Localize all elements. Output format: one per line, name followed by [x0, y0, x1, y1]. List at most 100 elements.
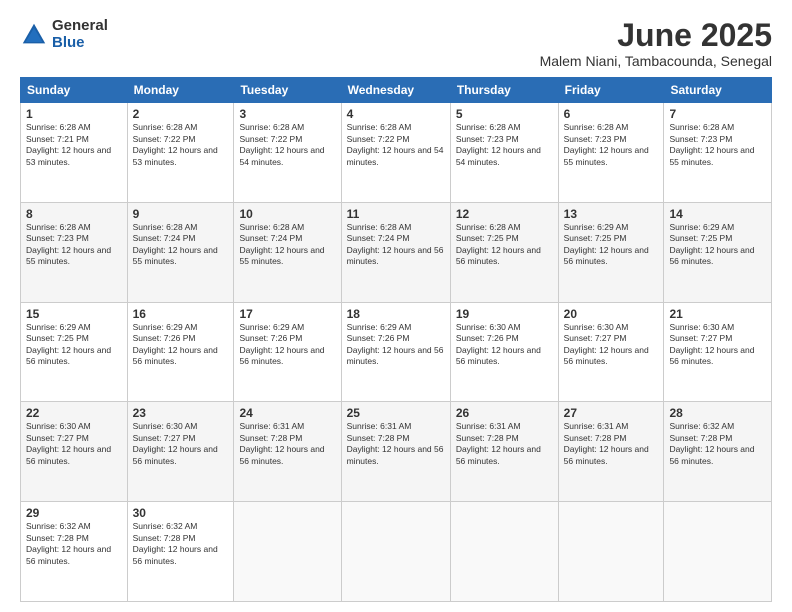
- day-header-monday: Monday: [127, 78, 234, 103]
- empty-cell: [450, 502, 558, 602]
- calendar-week-2: 8 Sunrise: 6:28 AMSunset: 7:23 PMDayligh…: [21, 202, 772, 302]
- day-cell-12: 12 Sunrise: 6:28 AMSunset: 7:25 PMDaylig…: [450, 202, 558, 302]
- day-cell-14: 14 Sunrise: 6:29 AMSunset: 7:25 PMDaylig…: [664, 202, 772, 302]
- day-number: 5: [456, 107, 553, 121]
- day-info: Sunrise: 6:30 AMSunset: 7:27 PMDaylight:…: [26, 421, 111, 465]
- day-info: Sunrise: 6:31 AMSunset: 7:28 PMDaylight:…: [456, 421, 541, 465]
- day-cell-19: 19 Sunrise: 6:30 AMSunset: 7:26 PMDaylig…: [450, 302, 558, 402]
- day-cell-2: 2 Sunrise: 6:28 AMSunset: 7:22 PMDayligh…: [127, 103, 234, 203]
- day-number: 14: [669, 207, 766, 221]
- calendar-table: SundayMondayTuesdayWednesdayThursdayFrid…: [20, 77, 772, 602]
- day-number: 18: [347, 307, 445, 321]
- day-number: 21: [669, 307, 766, 321]
- day-number: 29: [26, 506, 122, 520]
- logo-blue: Blue: [52, 35, 108, 52]
- day-cell-18: 18 Sunrise: 6:29 AMSunset: 7:26 PMDaylig…: [341, 302, 450, 402]
- day-cell-13: 13 Sunrise: 6:29 AMSunset: 7:25 PMDaylig…: [558, 202, 664, 302]
- day-header-sunday: Sunday: [21, 78, 128, 103]
- month-title: June 2025: [540, 18, 772, 53]
- header: General Blue June 2025 Malem Niani, Tamb…: [20, 18, 772, 69]
- day-header-saturday: Saturday: [664, 78, 772, 103]
- day-number: 26: [456, 406, 553, 420]
- day-number: 19: [456, 307, 553, 321]
- day-cell-30: 30 Sunrise: 6:32 AMSunset: 7:28 PMDaylig…: [127, 502, 234, 602]
- empty-cell: [234, 502, 341, 602]
- day-info: Sunrise: 6:32 AMSunset: 7:28 PMDaylight:…: [669, 421, 754, 465]
- day-info: Sunrise: 6:32 AMSunset: 7:28 PMDaylight:…: [26, 521, 111, 565]
- day-number: 15: [26, 307, 122, 321]
- day-info: Sunrise: 6:28 AMSunset: 7:22 PMDaylight:…: [239, 122, 324, 166]
- day-number: 11: [347, 207, 445, 221]
- day-number: 17: [239, 307, 335, 321]
- day-number: 8: [26, 207, 122, 221]
- day-cell-26: 26 Sunrise: 6:31 AMSunset: 7:28 PMDaylig…: [450, 402, 558, 502]
- calendar-header: SundayMondayTuesdayWednesdayThursdayFrid…: [21, 78, 772, 103]
- empty-cell: [664, 502, 772, 602]
- day-number: 22: [26, 406, 122, 420]
- day-cell-22: 22 Sunrise: 6:30 AMSunset: 7:27 PMDaylig…: [21, 402, 128, 502]
- day-info: Sunrise: 6:32 AMSunset: 7:28 PMDaylight:…: [133, 521, 218, 565]
- day-number: 6: [564, 107, 659, 121]
- day-header-thursday: Thursday: [450, 78, 558, 103]
- day-cell-3: 3 Sunrise: 6:28 AMSunset: 7:22 PMDayligh…: [234, 103, 341, 203]
- day-number: 27: [564, 406, 659, 420]
- day-cell-25: 25 Sunrise: 6:31 AMSunset: 7:28 PMDaylig…: [341, 402, 450, 502]
- day-number: 3: [239, 107, 335, 121]
- day-header-friday: Friday: [558, 78, 664, 103]
- day-number: 23: [133, 406, 229, 420]
- day-info: Sunrise: 6:29 AMSunset: 7:26 PMDaylight:…: [239, 322, 324, 366]
- day-cell-11: 11 Sunrise: 6:28 AMSunset: 7:24 PMDaylig…: [341, 202, 450, 302]
- day-cell-10: 10 Sunrise: 6:28 AMSunset: 7:24 PMDaylig…: [234, 202, 341, 302]
- day-info: Sunrise: 6:30 AMSunset: 7:27 PMDaylight:…: [133, 421, 218, 465]
- day-number: 30: [133, 506, 229, 520]
- calendar-week-4: 22 Sunrise: 6:30 AMSunset: 7:27 PMDaylig…: [21, 402, 772, 502]
- day-cell-7: 7 Sunrise: 6:28 AMSunset: 7:23 PMDayligh…: [664, 103, 772, 203]
- day-cell-20: 20 Sunrise: 6:30 AMSunset: 7:27 PMDaylig…: [558, 302, 664, 402]
- day-info: Sunrise: 6:28 AMSunset: 7:22 PMDaylight:…: [133, 122, 218, 166]
- day-number: 12: [456, 207, 553, 221]
- calendar-week-3: 15 Sunrise: 6:29 AMSunset: 7:25 PMDaylig…: [21, 302, 772, 402]
- day-number: 13: [564, 207, 659, 221]
- day-cell-29: 29 Sunrise: 6:32 AMSunset: 7:28 PMDaylig…: [21, 502, 128, 602]
- day-info: Sunrise: 6:29 AMSunset: 7:26 PMDaylight:…: [133, 322, 218, 366]
- day-number: 20: [564, 307, 659, 321]
- day-info: Sunrise: 6:28 AMSunset: 7:24 PMDaylight:…: [133, 222, 218, 266]
- day-cell-1: 1 Sunrise: 6:28 AMSunset: 7:21 PMDayligh…: [21, 103, 128, 203]
- day-number: 9: [133, 207, 229, 221]
- day-info: Sunrise: 6:29 AMSunset: 7:26 PMDaylight:…: [347, 322, 444, 366]
- page: General Blue June 2025 Malem Niani, Tamb…: [0, 0, 792, 612]
- day-header-tuesday: Tuesday: [234, 78, 341, 103]
- day-number: 25: [347, 406, 445, 420]
- logo: General Blue: [20, 18, 108, 51]
- day-number: 16: [133, 307, 229, 321]
- day-header-wednesday: Wednesday: [341, 78, 450, 103]
- calendar-week-1: 1 Sunrise: 6:28 AMSunset: 7:21 PMDayligh…: [21, 103, 772, 203]
- day-number: 24: [239, 406, 335, 420]
- day-cell-21: 21 Sunrise: 6:30 AMSunset: 7:27 PMDaylig…: [664, 302, 772, 402]
- logo-general: General: [52, 18, 108, 35]
- day-info: Sunrise: 6:28 AMSunset: 7:23 PMDaylight:…: [564, 122, 649, 166]
- day-cell-4: 4 Sunrise: 6:28 AMSunset: 7:22 PMDayligh…: [341, 103, 450, 203]
- day-info: Sunrise: 6:28 AMSunset: 7:21 PMDaylight:…: [26, 122, 111, 166]
- day-info: Sunrise: 6:29 AMSunset: 7:25 PMDaylight:…: [26, 322, 111, 366]
- calendar-week-5: 29 Sunrise: 6:32 AMSunset: 7:28 PMDaylig…: [21, 502, 772, 602]
- day-info: Sunrise: 6:29 AMSunset: 7:25 PMDaylight:…: [669, 222, 754, 266]
- day-info: Sunrise: 6:28 AMSunset: 7:23 PMDaylight:…: [456, 122, 541, 166]
- day-info: Sunrise: 6:28 AMSunset: 7:23 PMDaylight:…: [669, 122, 754, 166]
- day-info: Sunrise: 6:30 AMSunset: 7:26 PMDaylight:…: [456, 322, 541, 366]
- calendar-body: 1 Sunrise: 6:28 AMSunset: 7:21 PMDayligh…: [21, 103, 772, 602]
- empty-cell: [558, 502, 664, 602]
- day-info: Sunrise: 6:28 AMSunset: 7:23 PMDaylight:…: [26, 222, 111, 266]
- day-number: 2: [133, 107, 229, 121]
- day-info: Sunrise: 6:30 AMSunset: 7:27 PMDaylight:…: [564, 322, 649, 366]
- day-info: Sunrise: 6:31 AMSunset: 7:28 PMDaylight:…: [347, 421, 444, 465]
- empty-cell: [341, 502, 450, 602]
- day-number: 10: [239, 207, 335, 221]
- day-cell-16: 16 Sunrise: 6:29 AMSunset: 7:26 PMDaylig…: [127, 302, 234, 402]
- title-block: June 2025 Malem Niani, Tambacounda, Sene…: [540, 18, 772, 69]
- day-info: Sunrise: 6:30 AMSunset: 7:27 PMDaylight:…: [669, 322, 754, 366]
- day-info: Sunrise: 6:31 AMSunset: 7:28 PMDaylight:…: [239, 421, 324, 465]
- day-cell-5: 5 Sunrise: 6:28 AMSunset: 7:23 PMDayligh…: [450, 103, 558, 203]
- day-cell-15: 15 Sunrise: 6:29 AMSunset: 7:25 PMDaylig…: [21, 302, 128, 402]
- logo-icon: [20, 21, 48, 49]
